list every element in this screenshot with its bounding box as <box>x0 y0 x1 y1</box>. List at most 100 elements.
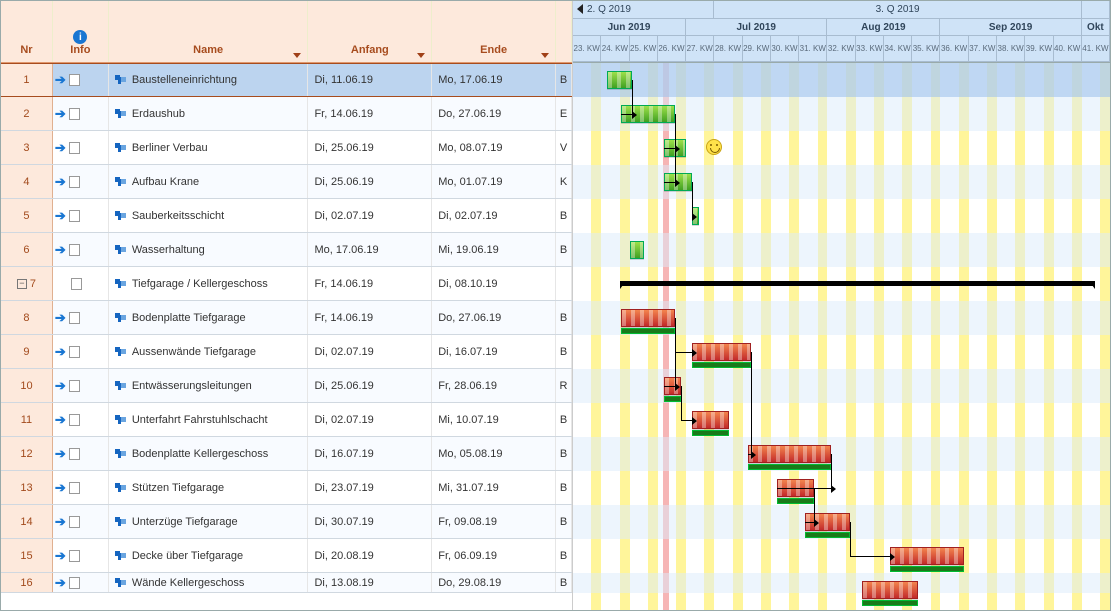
gantt-body[interactable] <box>573 63 1110 610</box>
week-cell[interactable]: 39. KW <box>1025 36 1053 61</box>
week-cell[interactable]: 31. KW <box>799 36 827 61</box>
task-bar[interactable] <box>748 445 830 463</box>
week-cell[interactable]: 32. KW <box>827 36 855 61</box>
week-cell[interactable]: 34. KW <box>884 36 912 61</box>
gantt-row[interactable] <box>573 403 1110 437</box>
row-start[interactable]: Di, 02.07.19 <box>308 335 432 368</box>
row-name[interactable]: Unterzüge Tiefgarage <box>109 505 309 538</box>
row-start[interactable]: Di, 25.06.19 <box>308 369 432 402</box>
gantt-row[interactable] <box>573 131 1110 165</box>
table-row[interactable]: −7 Tiefgarage / Kellergeschoss Fr, 14.06… <box>1 267 572 301</box>
week-cell[interactable]: 25. KW <box>630 36 658 61</box>
week-cell[interactable]: 27. KW <box>686 36 714 61</box>
row-start[interactable]: Di, 13.08.19 <box>308 573 432 592</box>
row-start[interactable]: Di, 20.08.19 <box>308 539 432 572</box>
table-row[interactable]: 2 ➔ Erdaushub Fr, 14.06.19 Do, 27.06.19 … <box>1 97 572 131</box>
row-name[interactable]: Berliner Verbau <box>109 131 309 164</box>
row-name[interactable]: Wasserhaltung <box>109 233 309 266</box>
row-name[interactable]: Entwässerungsleitungen <box>109 369 309 402</box>
row-nr[interactable]: 2 <box>1 97 53 130</box>
row-name[interactable]: Bodenplatte Kellergeschoss <box>109 437 309 470</box>
table-row[interactable]: 15 ➔ Decke über Tiefgarage Di, 20.08.19 … <box>1 539 572 573</box>
table-row[interactable]: 16 ➔ Wände Kellergeschoss Di, 13.08.19 D… <box>1 573 572 593</box>
row-end[interactable]: Fr, 06.09.19 <box>432 539 556 572</box>
row-name[interactable]: Aussenwände Tiefgarage <box>109 335 309 368</box>
row-start[interactable]: Fr, 14.06.19 <box>308 97 432 130</box>
table-row[interactable]: 13 ➔ Stützen Tiefgarage Di, 23.07.19 Mi,… <box>1 471 572 505</box>
collapse-icon[interactable]: − <box>17 279 27 289</box>
row-name[interactable]: Erdaushub <box>109 97 309 130</box>
row-nr[interactable]: 3 <box>1 131 53 164</box>
row-nr[interactable]: 13 <box>1 471 53 504</box>
row-nr[interactable]: 11 <box>1 403 53 436</box>
week-cell[interactable]: 24. KW <box>601 36 629 61</box>
week-cell[interactable]: 29. KW <box>743 36 771 61</box>
row-start[interactable]: Di, 25.06.19 <box>308 165 432 198</box>
row-name[interactable]: Sauberkeitsschicht <box>109 199 309 232</box>
column-header-start[interactable]: Anfang <box>308 1 432 62</box>
week-cell[interactable]: 26. KW <box>658 36 686 61</box>
week-cell[interactable]: 37. KW <box>969 36 997 61</box>
week-cell[interactable]: 36. KW <box>940 36 968 61</box>
nav-prev-icon[interactable] <box>577 4 583 14</box>
row-start[interactable]: Di, 30.07.19 <box>308 505 432 538</box>
row-end[interactable]: Di, 08.10.19 <box>432 267 556 300</box>
month-cell[interactable]: Aug 2019 <box>827 19 940 36</box>
table-row[interactable]: 1 ➔ Baustelleneinrichtung Di, 11.06.19 M… <box>1 63 572 97</box>
row-nr[interactable]: 5 <box>1 199 53 232</box>
week-cell[interactable]: 35. KW <box>912 36 940 61</box>
summary-bar[interactable] <box>621 281 1094 286</box>
table-row[interactable]: 11 ➔ Unterfahrt Fahrstuhlschacht Di, 02.… <box>1 403 572 437</box>
task-bar[interactable] <box>692 411 729 429</box>
row-nr[interactable]: 16 <box>1 573 53 592</box>
sort-icon[interactable] <box>541 53 549 58</box>
row-end[interactable]: Mi, 10.07.19 <box>432 403 556 436</box>
gantt-row[interactable] <box>573 437 1110 471</box>
column-header-extra[interactable] <box>556 1 572 62</box>
table-row[interactable]: 8 ➔ Bodenplatte Tiefgarage Fr, 14.06.19 … <box>1 301 572 335</box>
row-nr[interactable]: 1 <box>1 64 53 96</box>
row-end[interactable]: Do, 27.06.19 <box>432 301 556 334</box>
row-name[interactable]: Bodenplatte Tiefgarage <box>109 301 309 334</box>
table-row[interactable]: 10 ➔ Entwässerungsleitungen Di, 25.06.19… <box>1 369 572 403</box>
row-start[interactable]: Di, 16.07.19 <box>308 437 432 470</box>
row-end[interactable]: Do, 29.08.19 <box>432 573 556 592</box>
month-cell[interactable]: Sep 2019 <box>940 19 1081 36</box>
table-row[interactable]: 14 ➔ Unterzüge Tiefgarage Di, 30.07.19 F… <box>1 505 572 539</box>
row-nr[interactable]: 14 <box>1 505 53 538</box>
row-start[interactable]: Di, 11.06.19 <box>308 64 432 96</box>
row-end[interactable]: Fr, 28.06.19 <box>432 369 556 402</box>
row-start[interactable]: Di, 02.07.19 <box>308 403 432 436</box>
table-row[interactable]: 4 ➔ Aufbau Krane Di, 25.06.19 Mo, 01.07.… <box>1 165 572 199</box>
gantt-row[interactable] <box>573 165 1110 199</box>
task-bar[interactable] <box>692 343 751 361</box>
row-end[interactable]: Di, 02.07.19 <box>432 199 556 232</box>
row-end[interactable]: Mo, 05.08.19 <box>432 437 556 470</box>
row-name[interactable]: Wände Kellergeschoss <box>109 573 309 592</box>
row-end[interactable]: Di, 16.07.19 <box>432 335 556 368</box>
row-end[interactable]: Mo, 01.07.19 <box>432 165 556 198</box>
row-end[interactable]: Mo, 17.06.19 <box>432 64 556 96</box>
week-cell[interactable]: 28. KW <box>714 36 742 61</box>
column-header-end[interactable]: Ende <box>432 1 556 62</box>
table-row[interactable]: 12 ➔ Bodenplatte Kellergeschoss Di, 16.0… <box>1 437 572 471</box>
column-header-nr[interactable]: Nr <box>1 1 53 62</box>
week-cell[interactable]: 23. KW <box>573 36 601 61</box>
gantt-row[interactable] <box>573 335 1110 369</box>
row-end[interactable]: Do, 27.06.19 <box>432 97 556 130</box>
row-nr[interactable]: 6 <box>1 233 53 266</box>
gantt-row[interactable] <box>573 233 1110 267</box>
row-name[interactable]: Tiefgarage / Kellergeschoss <box>109 267 309 300</box>
row-name[interactable]: Baustelleneinrichtung <box>109 64 309 96</box>
row-nr[interactable]: 15 <box>1 539 53 572</box>
month-cell[interactable]: Jul 2019 <box>686 19 827 36</box>
month-cell[interactable]: Okt <box>1082 19 1110 36</box>
table-row[interactable]: 6 ➔ Wasserhaltung Mo, 17.06.19 Mi, 19.06… <box>1 233 572 267</box>
gantt-row[interactable] <box>573 539 1110 573</box>
quarter-cell[interactable]: 2. Q 2019 <box>573 1 714 18</box>
gantt-row[interactable] <box>573 369 1110 403</box>
row-nr[interactable]: 10 <box>1 369 53 402</box>
sort-icon[interactable] <box>293 53 301 58</box>
gantt-row[interactable] <box>573 199 1110 233</box>
row-end[interactable]: Mi, 19.06.19 <box>432 233 556 266</box>
